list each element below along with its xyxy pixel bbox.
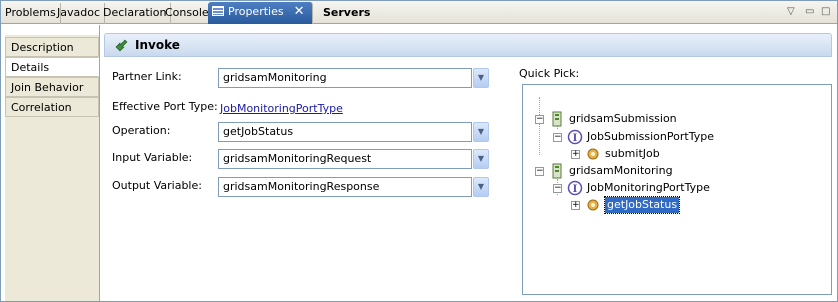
view-tab-bar: Problems Javadoc Declaration Console Pro… <box>1 1 837 24</box>
input-variable-combo[interactable]: gridsamMonitoringRequest <box>218 149 472 169</box>
collapse-icon[interactable]: − <box>535 115 544 124</box>
tab-javadoc-label: Javadoc <box>57 6 100 19</box>
expand-icon[interactable]: + <box>571 150 580 159</box>
operation-gear-icon <box>587 199 599 211</box>
chevron-down-icon[interactable]: ▼ <box>473 122 489 142</box>
sidebar-item-description[interactable]: Description <box>5 37 99 57</box>
tab-problems[interactable]: Problems <box>1 3 61 24</box>
partner-link-label: Partner Link: <box>112 70 182 83</box>
minimize-icon[interactable]: ▭ <box>805 6 814 17</box>
quick-pick-tree[interactable]: − gridsamSubmission − I JobSubmissionPor… <box>522 84 832 295</box>
collapse-icon[interactable]: − <box>553 184 562 193</box>
chevron-down-icon[interactable]: ▼ <box>473 177 489 197</box>
sidebar-item-join-behavior[interactable]: Join Behavior <box>5 77 99 97</box>
interface-icon: I <box>567 129 583 145</box>
chevron-down-icon[interactable]: ▼ <box>473 149 489 169</box>
quick-pick-label: Quick Pick: <box>519 67 580 80</box>
tab-console[interactable]: Console <box>161 3 214 24</box>
partner-link-combo[interactable]: gridsamMonitoring <box>218 68 472 88</box>
tree-item-label: gridsamSubmission <box>569 112 677 125</box>
partner-link-icon <box>552 163 562 179</box>
output-variable-combo[interactable]: gridsamMonitoringResponse <box>218 177 472 197</box>
tab-properties-label: Properties <box>228 5 284 18</box>
tab-declaration-label: Declaration <box>103 6 167 19</box>
operation-label: Operation: <box>112 124 171 137</box>
tree-item-label: JobMonitoringPortType <box>587 181 710 194</box>
svg-text:I: I <box>573 133 578 144</box>
tab-servers-label: Servers <box>323 6 371 19</box>
tab-servers[interactable]: Servers <box>319 3 374 24</box>
sidebar-item-label: Correlation <box>11 101 72 114</box>
tab-javadoc[interactable]: Javadoc <box>53 3 105 24</box>
tree-item-label: gridsamMonitoring <box>569 164 673 177</box>
operation-gear-icon <box>587 148 599 160</box>
chevron-down-icon[interactable]: ▼ <box>473 68 489 88</box>
tree-item-label-selected: getJobStatus <box>603 196 681 214</box>
tab-problems-label: Problems <box>5 6 56 19</box>
effective-port-type-link[interactable]: JobMonitoringPortType <box>220 99 343 119</box>
tab-properties[interactable]: Properties ✕ <box>208 2 313 24</box>
output-variable-label: Output Variable: <box>112 179 202 192</box>
invoke-icon <box>115 39 128 52</box>
operation-combo[interactable]: getJobStatus <box>218 122 472 142</box>
expand-icon[interactable]: + <box>571 201 580 210</box>
svg-text:I: I <box>573 184 578 195</box>
tree-item-label: JobSubmissionPortType <box>587 130 714 143</box>
sidebar-item-label: Details <box>11 61 50 74</box>
section-header: Invoke <box>104 33 832 57</box>
view-menu-icon[interactable]: ▽ <box>787 6 795 17</box>
interface-icon: I <box>567 180 583 196</box>
sidebar-item-details[interactable]: Details <box>5 57 99 77</box>
properties-icon <box>212 6 224 16</box>
tab-console-label: Console <box>165 6 209 19</box>
partner-link-icon <box>552 111 562 127</box>
properties-view: Problems Javadoc Declaration Console Pro… <box>0 0 838 302</box>
properties-sidebar: Description Details Join Behavior Correl… <box>5 35 99 301</box>
close-icon[interactable]: ✕ <box>294 4 305 19</box>
maximize-icon[interactable]: □ <box>821 6 830 17</box>
input-variable-label: Input Variable: <box>112 151 193 164</box>
collapse-icon[interactable]: − <box>553 133 562 142</box>
sidebar-item-label: Join Behavior <box>11 81 84 94</box>
effective-port-type-label: Effective Port Type: <box>112 100 218 113</box>
collapse-icon[interactable]: − <box>535 167 544 176</box>
tree-item-label: submitJob <box>605 147 660 160</box>
sidebar-item-correlation[interactable]: Correlation <box>5 97 99 117</box>
sidebar-item-label: Description <box>11 41 74 54</box>
details-panel: Invoke Partner Link: gridsamMonitoring ▼… <box>99 25 837 301</box>
section-title: Invoke <box>135 38 180 52</box>
